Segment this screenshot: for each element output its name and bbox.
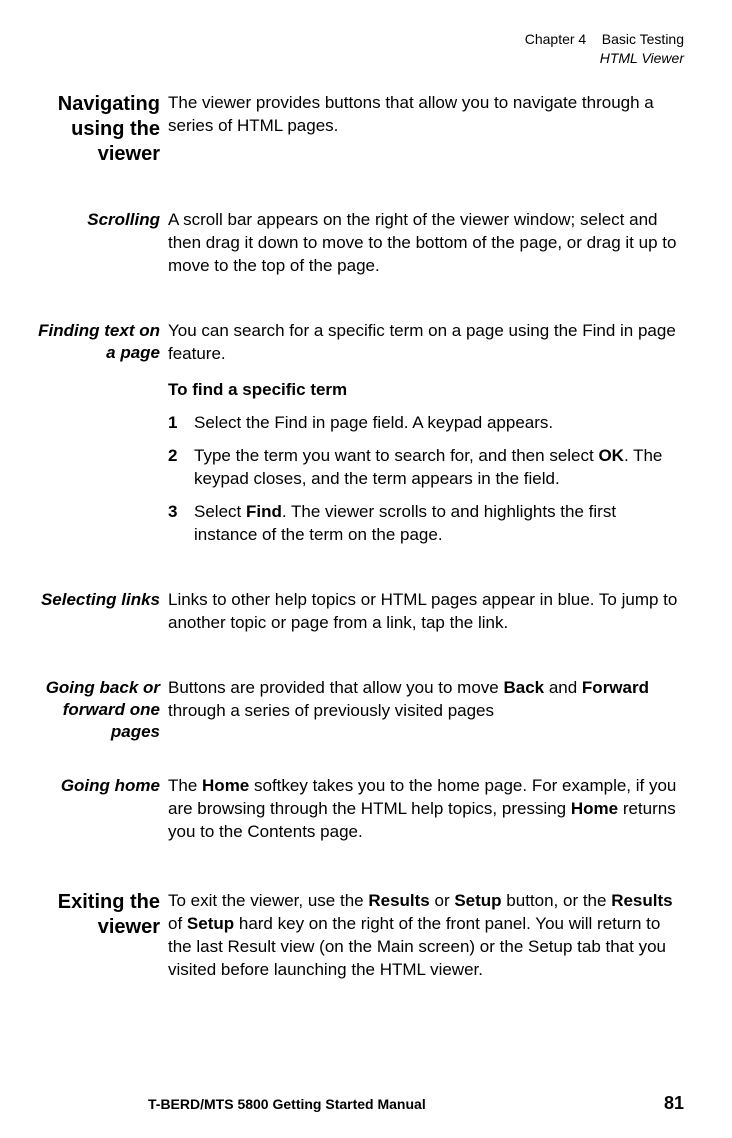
text-backfwd: Buttons are provided that allow you to m… (168, 677, 684, 723)
step-number: 3 (168, 501, 194, 547)
step-number: 2 (168, 445, 194, 491)
subhead-find-term: To find a specific term (168, 379, 684, 402)
content: Navigating using the viewer The viewer p… (28, 92, 684, 1085)
chapter-line: Chapter 4 Basic Testing (28, 30, 684, 49)
step-text: Type the term you want to search for, an… (194, 445, 684, 491)
heading-exiting: Exiting the viewer (28, 890, 168, 940)
step-text: Select Find. The viewer scrolls to and h… (194, 501, 684, 547)
section-title: HTML Viewer (28, 49, 684, 68)
heading-navigating: Navigating using the viewer (28, 92, 168, 167)
steps-list: 1 Select the Find in page field. A keypa… (168, 412, 684, 547)
text-home: The Home softkey takes you to the home p… (168, 775, 684, 844)
heading-scrolling: Scrolling (28, 209, 168, 231)
heading-home: Going home (28, 775, 168, 797)
page-number: 81 (664, 1093, 684, 1114)
text-exiting: To exit the viewer, use the Results or S… (168, 890, 684, 982)
step-2: 2 Type the term you want to search for, … (168, 445, 684, 491)
heading-links: Selecting links (28, 589, 168, 611)
step-1: 1 Select the Find in page field. A keypa… (168, 412, 684, 435)
text-links: Links to other help topics or HTML pages… (168, 589, 684, 635)
text-scrolling: A scroll bar appears on the right of the… (168, 209, 684, 278)
heading-finding: Finding text on a page (28, 320, 168, 364)
heading-backfwd: Going back or forward one pages (28, 677, 168, 743)
page-footer: T-BERD/MTS 5800 Getting Started Manual 8… (28, 1085, 684, 1138)
manual-title: T-BERD/MTS 5800 Getting Started Manual (148, 1096, 426, 1112)
step-number: 1 (168, 412, 194, 435)
page-header: Chapter 4 Basic Testing HTML Viewer (28, 30, 684, 68)
chapter-prefix: Chapter 4 (525, 31, 586, 47)
step-text: Select the Find in page field. A keypad … (194, 412, 684, 435)
text-navigating: The viewer provides buttons that allow y… (168, 92, 684, 138)
text-finding-intro: You can search for a specific term on a … (168, 320, 684, 366)
step-3: 3 Select Find. The viewer scrolls to and… (168, 501, 684, 547)
chapter-title: Basic Testing (602, 31, 684, 47)
